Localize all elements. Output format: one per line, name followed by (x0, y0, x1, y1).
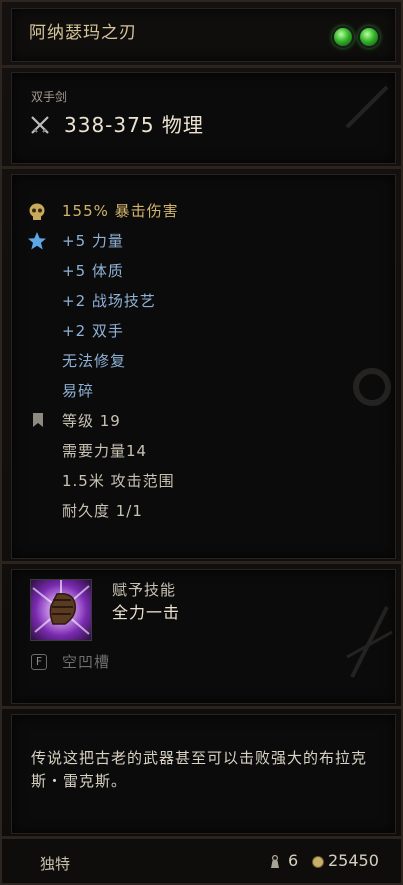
green-gem-icon (358, 26, 380, 48)
background-ornament (353, 368, 391, 406)
skill-name: 全力一击 (112, 603, 181, 622)
background-ornament (345, 85, 389, 129)
divider (2, 561, 403, 564)
unrepairable: 无法修复 (62, 352, 127, 370)
skill-icon[interactable] (30, 579, 92, 641)
divider (2, 166, 403, 169)
bonus-warfare: +2 战场技艺 (62, 292, 156, 310)
item-level: 等级 19 (62, 412, 121, 430)
bonus-constitution: +5 体质 (62, 262, 124, 280)
durability: 耐久度 1/1 (62, 502, 143, 520)
damage-value: 338-375 物理 (64, 113, 204, 137)
bookmark-icon (33, 413, 43, 427)
item-description: 传说这把古老的武器甚至可以击败强大的布拉克斯・雷克斯。 (31, 749, 368, 790)
empty-slot-label: 空凹槽 (62, 653, 111, 671)
star-icon (28, 232, 46, 250)
skill-granted-label: 赋予技能 (112, 581, 177, 599)
coin-icon (312, 856, 324, 868)
fragile: 易碎 (62, 382, 95, 400)
crit-damage: 155% 暴击伤害 (62, 202, 179, 220)
crossed-swords-icon (31, 116, 49, 134)
weight-icon (271, 855, 279, 868)
green-gem-icon (332, 26, 354, 48)
bonus-two-handed: +2 双手 (62, 322, 124, 340)
skull-icon (29, 203, 45, 220)
item-tooltip: 阿纳瑟玛之刃 双手剑 338-375 物理 155% 暴击伤害 +5 力量 +5… (0, 0, 403, 885)
item-weight: 6 (288, 851, 299, 870)
divider (2, 706, 403, 709)
rune-slot-icon: F (31, 654, 47, 670)
item-name: 阿纳瑟玛之刃 (29, 23, 137, 43)
divider (2, 65, 403, 68)
rarity-label: 独特 (40, 855, 71, 873)
attack-range: 1.5米 攻击范围 (62, 472, 175, 490)
weapon-type: 双手剑 (31, 90, 68, 104)
divider (2, 836, 403, 839)
background-ornament (346, 606, 393, 678)
strength-requirement: 需要力量14 (62, 442, 148, 460)
bonus-strength: +5 力量 (62, 232, 124, 250)
item-value: 25450 (328, 851, 379, 870)
